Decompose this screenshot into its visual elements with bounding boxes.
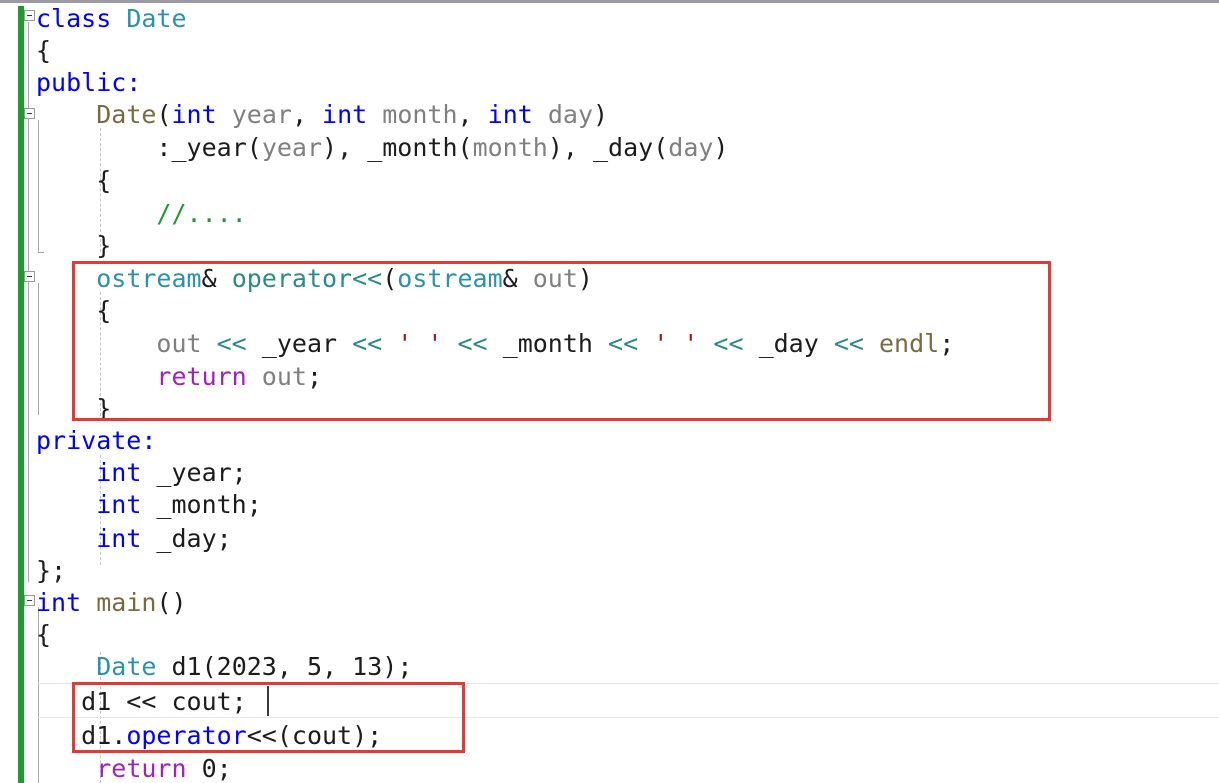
token-char-space-1: ' ': [397, 329, 443, 358]
token-param-month: month: [382, 100, 458, 129]
text-caret: [267, 686, 269, 716]
token-comment: //....: [156, 199, 247, 228]
code-line-8[interactable]: }: [36, 229, 111, 263]
token-field-year: _year;: [141, 458, 247, 487]
token-endl: endl: [879, 329, 940, 358]
token-access-private: private:: [36, 426, 157, 455]
code-line-16[interactable]: int _month;: [36, 488, 262, 522]
token-type-int-month: int: [96, 490, 142, 519]
token-class-end: };: [36, 556, 67, 585]
code-line-20[interactable]: {: [36, 618, 51, 652]
token-var-d1-call: d1.: [81, 721, 127, 750]
code-line-13[interactable]: }: [36, 392, 111, 426]
token-member-month-use: _month: [502, 329, 593, 358]
token-method-operator: operator: [126, 721, 247, 750]
token-type-int-3: int: [487, 100, 533, 129]
code-line-23[interactable]: d1.operator<<(cout);: [36, 719, 382, 753]
code-line-1[interactable]: class Date: [36, 2, 187, 36]
token-brace-open-ctor: {: [96, 166, 112, 195]
token-type-ostream-return: ostream: [96, 264, 202, 293]
code-line-9[interactable]: ostream& operator<<(ostream& out): [36, 262, 593, 296]
code-line-12[interactable]: return out;: [36, 360, 322, 394]
token-arg-day: day: [668, 133, 714, 162]
code-line-7[interactable]: //....: [36, 197, 247, 231]
token-member-year-use: _year: [261, 329, 338, 358]
token-type-int-year: int: [96, 458, 142, 487]
code-text-layer[interactable]: class Date { public: Date(int year, int …: [0, 0, 1219, 783]
token-member-day: _day: [592, 133, 654, 162]
code-line-15[interactable]: int _year;: [36, 456, 247, 490]
token-type-ostream-param: ostream: [397, 264, 503, 293]
token-number-5: 5: [306, 652, 323, 681]
token-brace-close-ctor: }: [96, 231, 112, 260]
code-line-17[interactable]: int _day;: [36, 522, 232, 556]
code-line-10[interactable]: {: [36, 294, 111, 328]
token-brace-close-operator: }: [96, 394, 112, 423]
token-number-13: 13: [352, 652, 383, 681]
token-param-out: out: [532, 264, 578, 293]
code-line-5[interactable]: :_year(year), _month(month), _day(day): [36, 131, 728, 165]
token-type-int-main: int: [36, 588, 82, 617]
token-brace-open-main: {: [36, 620, 52, 649]
token-brace-open-operator: {: [96, 296, 112, 325]
code-line-19[interactable]: int main(): [36, 586, 187, 620]
token-keyword-operator: operator: [231, 264, 353, 293]
code-line-14[interactable]: private:: [36, 424, 156, 458]
token-char-space-2: ' ': [653, 329, 699, 358]
token-keyword-class: class: [36, 4, 112, 33]
token-field-month: _month;: [141, 490, 262, 519]
token-return-value-out: out: [246, 362, 307, 391]
token-var-d1-decl: d1(: [156, 652, 217, 681]
token-call-args-cout: <<(cout);: [246, 721, 383, 750]
code-line-4[interactable]: Date(int year, int month, int day): [36, 98, 608, 132]
token-member-day-use: _day: [758, 329, 819, 358]
token-type-int-day: int: [96, 524, 142, 553]
code-line-22[interactable]: d1 << cout;: [36, 685, 247, 719]
token-type-int-1: int: [171, 100, 217, 129]
token-stmt-d1-shift-cout: d1 << cout;: [81, 687, 247, 716]
token-member-year: _year: [171, 133, 247, 162]
code-editor[interactable]: class Date { public: Date(int year, int …: [0, 0, 1219, 783]
token-member-month: _month: [367, 133, 458, 162]
token-shift-operator: <<: [352, 264, 383, 293]
token-access-public: public:: [36, 68, 142, 97]
code-line-6[interactable]: {: [36, 164, 111, 198]
token-var-out: out: [156, 329, 202, 358]
token-type-int-2: int: [322, 100, 368, 129]
code-line-2[interactable]: {: [36, 34, 51, 68]
code-line-11[interactable]: out << _year << ' ' << _month << ' ' << …: [36, 327, 954, 361]
token-param-year: year: [231, 100, 292, 129]
token-function-main: main: [96, 588, 157, 617]
token-brace-open-class: {: [36, 36, 52, 65]
code-line-18[interactable]: };: [36, 554, 66, 588]
token-field-day: _day;: [141, 524, 232, 553]
code-line-partial-clipped: // next line clipped: [36, 778, 412, 783]
token-ctor-date: Date: [96, 100, 157, 129]
code-line-3[interactable]: public:: [36, 66, 141, 100]
token-arg-year: year: [261, 133, 323, 162]
token-type-date-decl: Date: [96, 652, 157, 681]
code-line-21[interactable]: Date d1(2023, 5, 13);: [36, 650, 412, 684]
token-keyword-return-1: return: [156, 362, 247, 391]
token-type-date: Date: [126, 4, 187, 33]
token-arg-month: month: [472, 133, 548, 162]
token-number-2023: 2023: [216, 652, 277, 681]
token-param-day: day: [547, 100, 594, 129]
